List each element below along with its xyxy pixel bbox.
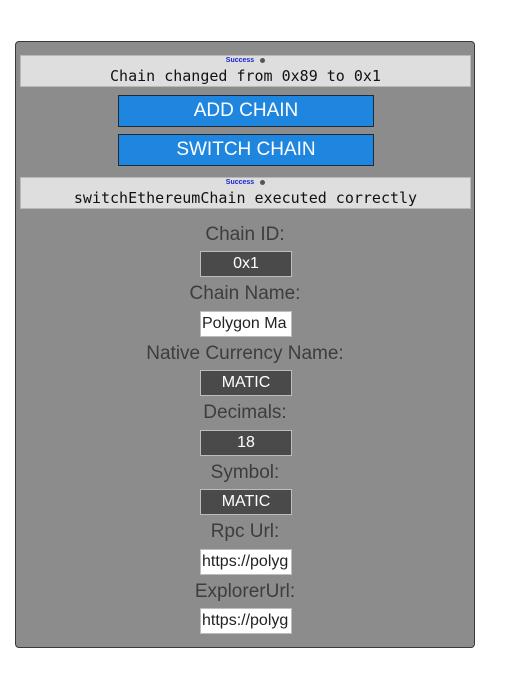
- decimals-label: Decimals:: [203, 402, 287, 423]
- currency-name-field[interactable]: [200, 370, 292, 396]
- status-box-chain-changed: Success Chain changed from 0x89 to 0x1: [20, 55, 471, 87]
- status-dot-icon: [260, 57, 266, 63]
- status-message: Chain changed from 0x89 to 0x1: [110, 67, 381, 85]
- status-header: Success: [21, 56, 470, 66]
- explorer-url-field[interactable]: [200, 608, 292, 634]
- rpc-url-field[interactable]: [200, 549, 292, 575]
- explorer-url-label: ExplorerUrl:: [194, 581, 296, 602]
- chain-id-field[interactable]: [200, 251, 292, 277]
- success-tag: Success: [225, 57, 255, 64]
- switch-chain-button[interactable]: SWITCH CHAIN: [118, 134, 374, 166]
- symbol-label: Symbol:: [210, 462, 280, 483]
- status-message: switchEthereumChain executed correctly: [73, 189, 418, 207]
- chain-name-field[interactable]: [200, 311, 292, 337]
- rpc-url-label: Rpc Url:: [210, 521, 280, 542]
- symbol-field[interactable]: [200, 489, 292, 515]
- decimals-field[interactable]: [200, 430, 292, 456]
- chain-panel: Success Chain changed from 0x89 to 0x1 A…: [15, 41, 475, 648]
- chain-name-label: Chain Name:: [189, 283, 301, 304]
- chain-id-label: Chain ID:: [205, 224, 285, 245]
- add-chain-button[interactable]: ADD CHAIN: [118, 95, 374, 127]
- status-header: Success: [21, 178, 470, 188]
- success-tag: Success: [225, 179, 255, 186]
- status-box-switch-result: Success switchEthereumChain executed cor…: [20, 177, 471, 209]
- status-dot-icon: [260, 179, 266, 185]
- currency-name-label: Native Currency Name:: [146, 343, 344, 364]
